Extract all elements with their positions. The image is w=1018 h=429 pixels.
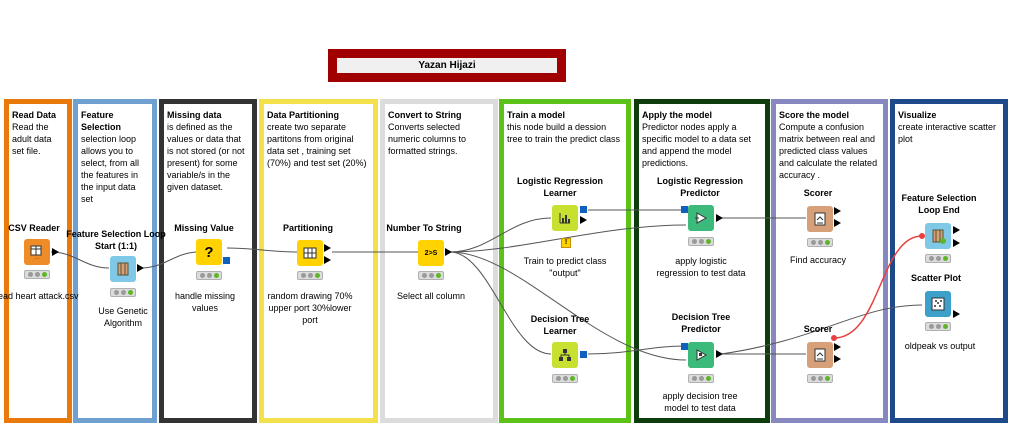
partition-icon: [303, 247, 317, 259]
node-label-logistic-regression-predictor: Logistic Regression Predictor: [656, 176, 744, 198]
output-port[interactable]: [324, 256, 331, 264]
output-port[interactable]: [716, 350, 723, 358]
input-port-model[interactable]: [681, 206, 688, 213]
node-label-feature-selection-loop-end: Feature Selection Loop End: [901, 193, 977, 215]
edge-mv-to-part: [226, 247, 299, 253]
node-label-number-to-string: Number To String: [386, 223, 462, 233]
node-logistic-regression-predictor[interactable]: [688, 205, 714, 231]
tree-predictor-icon: [696, 349, 708, 361]
output-port[interactable]: [834, 207, 841, 215]
node-desc-csv-reader: Read heart attack.csv: [0, 291, 79, 301]
output-port[interactable]: [834, 355, 841, 363]
node-desc-logistic-regression-learner: Train to predict class "output": [523, 256, 607, 278]
node-status-logistic-regression-predictor: [688, 237, 714, 246]
table-reader-icon: ...: [30, 245, 42, 260]
node-missing-value[interactable]: ?: [196, 239, 222, 265]
node-scatter-plot[interactable]: [925, 291, 951, 317]
node-label-missing-value: Missing Value: [174, 223, 234, 233]
scorer-icon: [814, 212, 826, 226]
node-decision-tree-predictor[interactable]: [688, 342, 714, 368]
output-port[interactable]: [580, 216, 587, 224]
node-desc-scatter-plot: oldpeak vs output: [904, 341, 976, 351]
node-decision-tree-learner[interactable]: [552, 342, 578, 368]
node-status-decision-tree-predictor: [688, 374, 714, 383]
node-desc-partitioning: random drawing 70% upper port 30%lower p…: [267, 291, 353, 325]
node-desc-number-to-string: Select all column: [396, 291, 466, 301]
output-port[interactable]: [953, 226, 960, 234]
node-desc-scorer-1: Find accuracy: [789, 255, 847, 265]
node-label-scorer-2: Scorer: [803, 324, 833, 334]
output-port[interactable]: [324, 244, 331, 252]
node-scorer-1[interactable]: [807, 206, 833, 232]
svg-text:...: ...: [35, 255, 39, 260]
node-status-feature-selection-loop-end: [925, 254, 951, 263]
node-status-feature-selection-loop-start: [110, 288, 136, 297]
node-status-scatter-plot: [925, 322, 951, 331]
edge-fsl-to-mv: [140, 251, 200, 269]
node-desc-logistic-regression-predictor: apply logistic regression to test data: [656, 256, 746, 278]
node-status-decision-tree-learner: [552, 374, 578, 383]
node-status-scorer-1: [807, 238, 833, 247]
output-port-model[interactable]: [580, 351, 587, 358]
loop-end-icon: [932, 229, 946, 244]
tree-learner-icon: [559, 349, 571, 361]
output-port-model[interactable]: [580, 206, 587, 213]
node-csv-reader[interactable]: ...: [24, 239, 50, 265]
input-port-model[interactable]: [681, 343, 688, 350]
node-status-csv-reader: [24, 270, 50, 279]
edge-csv-to-fsl: [50, 251, 110, 269]
node-status-number-to-string: [418, 271, 444, 280]
output-port-model[interactable]: [223, 257, 230, 264]
learner-icon: [559, 213, 570, 224]
node-label-scatter-plot: Scatter Plot: [910, 273, 961, 283]
node-label-decision-tree-learner: Decision Tree Learner: [530, 314, 590, 336]
scorer-icon: [814, 348, 826, 362]
node-logistic-regression-learner[interactable]: [552, 205, 578, 231]
node-desc-decision-tree-predictor: apply decision tree model to test data: [662, 391, 738, 413]
scatter-plot-icon: [931, 297, 945, 311]
node-label-partitioning: Partitioning: [283, 223, 333, 233]
node-feature-selection-loop-end[interactable]: [925, 223, 951, 249]
node-feature-selection-loop-start[interactable]: [110, 256, 136, 282]
output-port[interactable]: [52, 248, 59, 256]
edge-variable-port-dot: [831, 335, 837, 341]
node-label-decision-tree-predictor: Decision Tree Predictor: [671, 312, 731, 334]
edge-dtl-to-dtp: [587, 345, 687, 355]
connection-edges: [50, 209, 925, 361]
output-port[interactable]: [953, 239, 960, 247]
node-status-partitioning: [297, 271, 323, 280]
node-scorer-2[interactable]: [807, 342, 833, 368]
node-label-scorer-1: Scorer: [803, 188, 833, 198]
node-desc-missing-value: handle missing values: [174, 291, 236, 313]
node-status-missing-value: [196, 271, 222, 280]
number-to-string-icon: 2>S: [424, 249, 438, 257]
loop-start-icon: [117, 262, 129, 276]
output-port[interactable]: [953, 310, 960, 318]
node-label-logistic-regression-learner: Logistic Regression Learner: [516, 176, 604, 198]
output-port[interactable]: [834, 219, 841, 227]
predictor-icon: [695, 212, 708, 224]
warning-icon[interactable]: !: [561, 238, 571, 248]
question-mark-icon: ?: [204, 243, 214, 261]
output-port[interactable]: [137, 264, 144, 272]
node-desc-feature-selection-loop-start: Use Genetic Algorithm: [98, 306, 148, 328]
node-partitioning[interactable]: [297, 240, 323, 266]
output-port[interactable]: [445, 248, 452, 256]
node-status-scorer-2: [807, 374, 833, 383]
output-port[interactable]: [834, 343, 841, 351]
node-number-to-string[interactable]: 2>S: [418, 240, 444, 266]
output-port[interactable]: [716, 214, 723, 222]
